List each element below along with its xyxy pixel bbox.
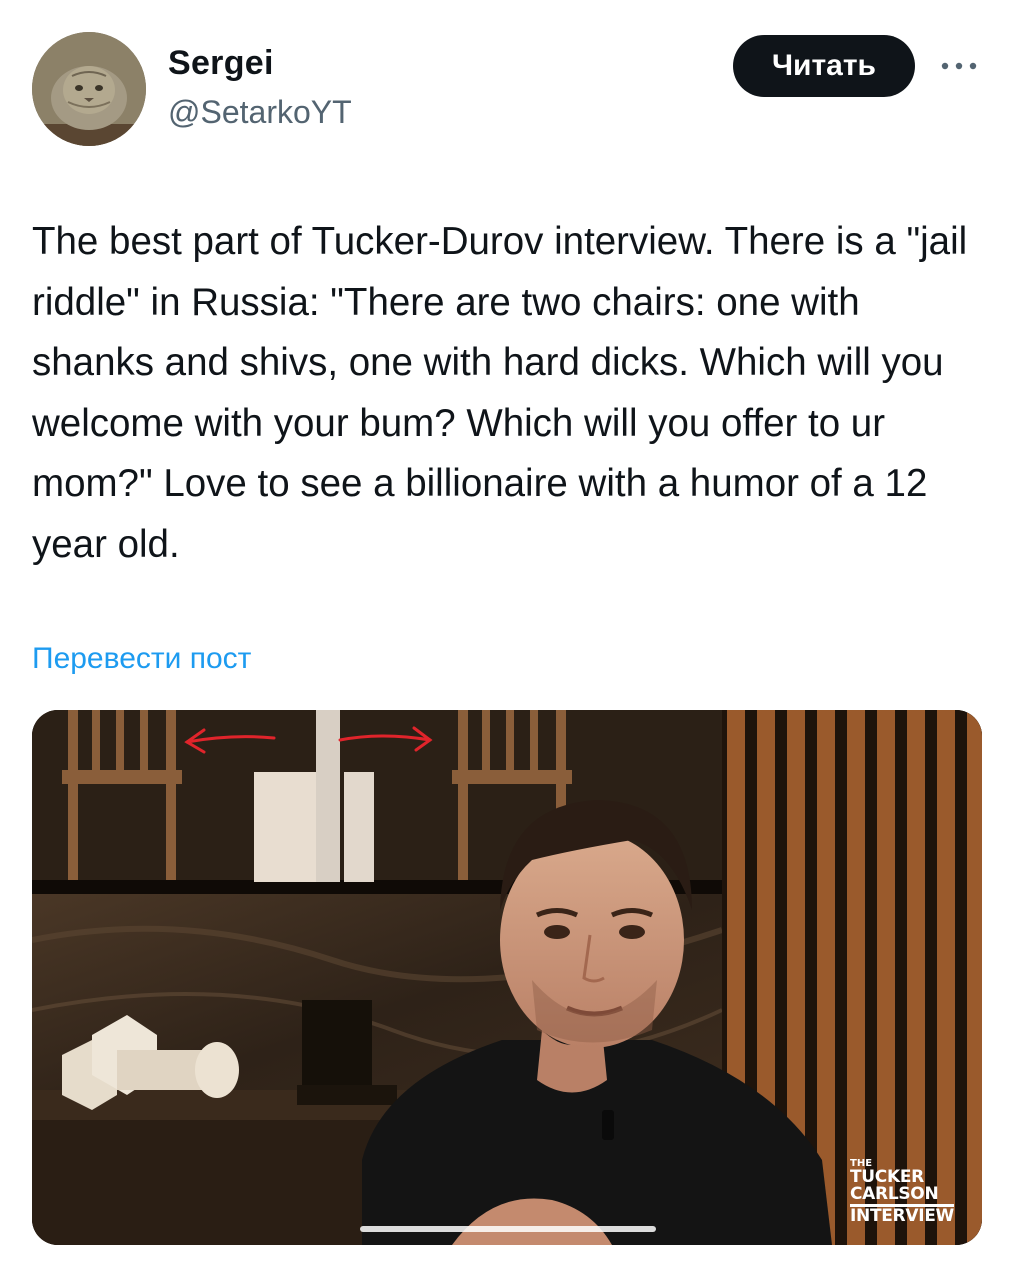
watermark-line-4: INTERVIEW (850, 1204, 954, 1226)
tucker-carlson-watermark: THE TUCKER CARLSON INTERVIEW (850, 1159, 954, 1225)
video-progress-bar[interactable] (360, 1226, 656, 1232)
tweet-text: The best part of Tucker-Durov interview.… (32, 220, 968, 566)
follow-button[interactable]: Читать (733, 35, 915, 97)
user-handle[interactable]: @SetarkoYT (168, 94, 352, 131)
user-display-name[interactable]: Sergei (168, 44, 274, 83)
more-horizontal-icon[interactable] (937, 56, 981, 76)
user-avatar[interactable] (32, 32, 146, 146)
manul-cat-avatar-icon (32, 32, 146, 146)
translate-post-link[interactable]: Перевести пост (32, 642, 251, 676)
video-frame-image (32, 710, 982, 1245)
watermark-line-3: CARLSON (850, 1184, 939, 1204)
tweet-media-video[interactable]: THE TUCKER CARLSON INTERVIEW (32, 710, 982, 1245)
